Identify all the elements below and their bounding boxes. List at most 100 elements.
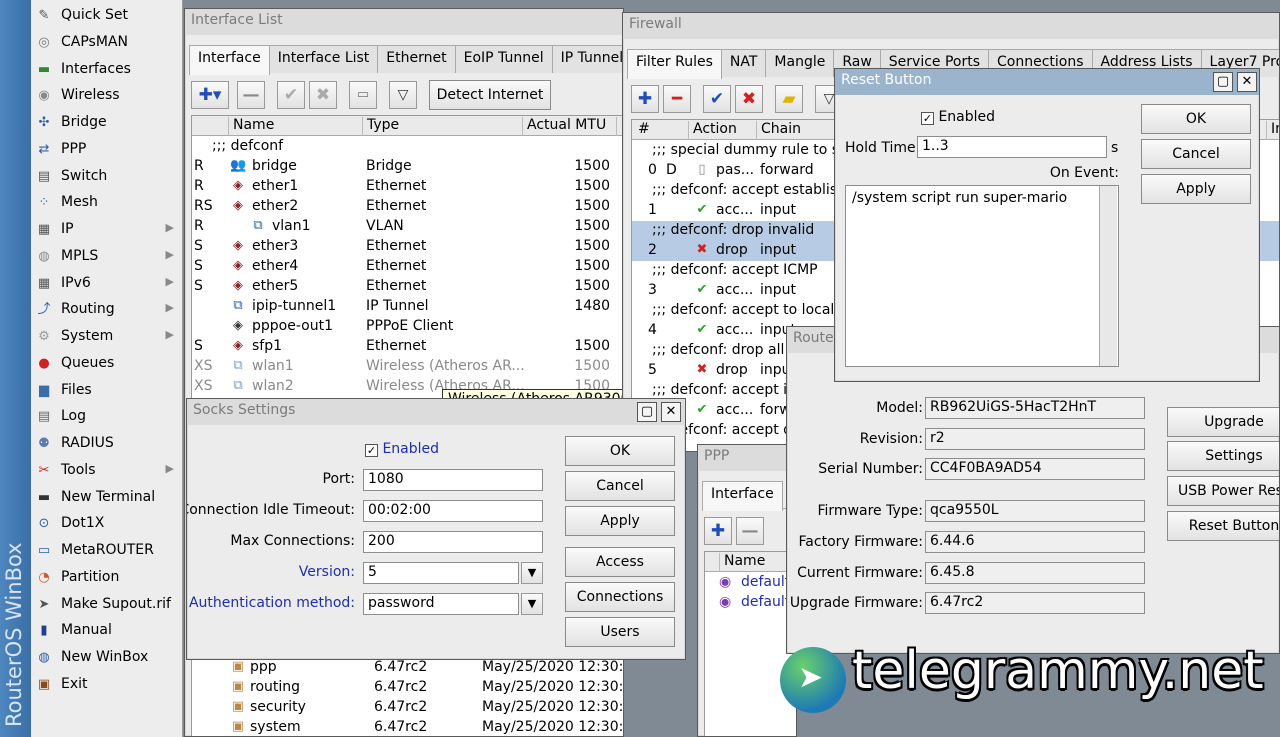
- filter-icon[interactable]: ▽: [389, 81, 417, 109]
- table-row[interactable]: R ⧉ vlan1 VLAN 1500: [192, 217, 623, 237]
- sidebar-item-metarouter[interactable]: ▭ MetaROUTER: [31, 538, 182, 564]
- sidebar-item-new-winbox[interactable]: ◍ New WinBox: [31, 645, 182, 671]
- enabled-checkbox[interactable]: ✓ Enabled: [365, 441, 439, 457]
- ok-button[interactable]: OK: [565, 436, 675, 466]
- hold-time-field[interactable]: 1..3: [917, 136, 1107, 158]
- enabled-checkbox[interactable]: ✓ Enabled: [921, 109, 995, 125]
- table-row[interactable]: S ◈ ether5 Ethernet 1500: [192, 277, 623, 297]
- upgrade-button[interactable]: Upgrade: [1167, 407, 1279, 437]
- comment-icon[interactable]: ▰: [775, 85, 803, 113]
- col-in[interactable]: In: [1266, 121, 1279, 140]
- tab-ethernet[interactable]: Ethernet: [377, 45, 456, 73]
- add-icon[interactable]: ✚: [704, 517, 732, 545]
- maximize-icon[interactable]: ▢: [1213, 72, 1233, 92]
- col-type[interactable]: Type: [362, 117, 399, 136]
- sidebar-item-queues[interactable]: ● Queues: [31, 351, 182, 377]
- package-row[interactable]: ▣ system 6.47rc2 May/25/2020 12:30:29: [192, 718, 623, 736]
- access-button[interactable]: Access: [565, 547, 675, 577]
- table-row[interactable]: ◉ default: [705, 573, 796, 593]
- textarea-scrollbar[interactable]: [1099, 186, 1117, 366]
- sidebar-item-manual[interactable]: ▮ Manual: [31, 618, 182, 644]
- remove-icon[interactable]: ━: [663, 85, 691, 113]
- sidebar-item-system[interactable]: ⚙ System ▶: [31, 324, 182, 350]
- col-num[interactable]: #: [634, 121, 650, 140]
- table-row[interactable]: XS ⧉ wlan1 Wireless (Atheros AR... 1500: [192, 357, 623, 377]
- enable-icon[interactable]: ✔: [277, 81, 305, 109]
- tab-eoip-tunnel[interactable]: EoIP Tunnel: [454, 45, 553, 73]
- reset-button-button[interactable]: Reset Button: [1167, 511, 1279, 541]
- sidebar-item-ppp[interactable]: ⇄ PPP: [31, 137, 182, 163]
- auth-method-select[interactable]: password: [363, 593, 519, 615]
- close-icon[interactable]: ✕: [661, 402, 681, 422]
- comment-icon[interactable]: ▭: [349, 81, 377, 109]
- sidebar-item-wireless[interactable]: ◉ Wireless: [31, 83, 182, 109]
- window-title[interactable]: Interface List: [185, 9, 623, 35]
- maximize-icon[interactable]: ▢: [637, 402, 657, 422]
- table-row[interactable]: ◈ pppoe-out1 PPPoE Client: [192, 317, 623, 337]
- sidebar-item-radius[interactable]: ⚉ RADIUS: [31, 431, 182, 457]
- table-row[interactable]: R ◈ ether1 Ethernet 1500: [192, 177, 623, 197]
- add-icon[interactable]: ✚▾: [191, 81, 229, 109]
- detect-internet-button[interactable]: Detect Internet: [429, 80, 551, 110]
- sidebar-item-new-terminal[interactable]: ▬ New Terminal: [31, 485, 182, 511]
- checkbox-icon[interactable]: ✓: [365, 444, 378, 457]
- sidebar-item-log[interactable]: ▤ Log: [31, 404, 182, 430]
- add-icon[interactable]: ✚: [631, 85, 659, 113]
- tab-interface[interactable]: Interface: [702, 481, 783, 511]
- disable-icon[interactable]: ✖: [309, 81, 337, 109]
- tab-filter-rules[interactable]: Filter Rules: [627, 49, 722, 79]
- tab-interface-list[interactable]: Interface List: [268, 45, 379, 73]
- sidebar-item-make-supout-rif[interactable]: ➤ Make Supout.rif: [31, 592, 182, 618]
- enable-icon[interactable]: ✔: [703, 85, 731, 113]
- usb-power-reset-button[interactable]: USB Power Reset: [1167, 476, 1279, 506]
- sidebar-item-capsman[interactable]: ◎ CAPsMAN: [31, 30, 182, 56]
- sidebar-item-exit[interactable]: ▣ Exit: [31, 672, 182, 698]
- sidebar-item-switch[interactable]: ▤ Switch: [31, 164, 182, 190]
- sidebar-item-tools[interactable]: ✂ Tools ▶: [31, 458, 182, 484]
- window-title[interactable]: PPP: [698, 445, 796, 471]
- idle-timeout-field[interactable]: 00:02:00: [363, 500, 543, 522]
- settings-button[interactable]: Settings: [1167, 441, 1279, 471]
- package-row[interactable]: ▣ security 6.47rc2 May/25/2020 12:30:29: [192, 698, 623, 718]
- col-name[interactable]: Name: [719, 553, 765, 572]
- sidebar-item-interfaces[interactable]: ▬ Interfaces: [31, 57, 182, 83]
- table-row[interactable]: S ◈ sfp1 Ethernet 1500: [192, 337, 623, 357]
- col-action[interactable]: Action: [688, 121, 737, 140]
- package-row[interactable]: ▣ routing 6.47rc2 May/25/2020 12:30:29: [192, 678, 623, 698]
- sidebar-item-partition[interactable]: ◔ Partition: [31, 565, 182, 591]
- port-field[interactable]: 1080: [363, 469, 543, 491]
- package-row[interactable]: ▣ ppp 6.47rc2 May/25/2020 12:30:29: [192, 658, 623, 678]
- sidebar-item-bridge[interactable]: ✣ Bridge: [31, 110, 182, 136]
- dropdown-icon[interactable]: ▼: [521, 593, 543, 615]
- window-title[interactable]: Reset Button: [835, 69, 1259, 95]
- max-connections-field[interactable]: 200: [363, 531, 543, 553]
- tab-nat[interactable]: NAT: [720, 49, 767, 77]
- connections-button[interactable]: Connections: [565, 582, 675, 612]
- col-mtu[interactable]: Actual MTU: [522, 117, 606, 136]
- on-event-textarea[interactable]: /system script run super-mario: [845, 185, 1119, 367]
- tab-ip-tunnel[interactable]: IP Tunnel: [551, 45, 623, 73]
- checkbox-icon[interactable]: ✓: [921, 112, 934, 125]
- remove-icon[interactable]: —: [237, 81, 265, 109]
- sidebar-item-ipv6[interactable]: ▦ IPv6 ▶: [31, 271, 182, 297]
- sidebar-item-dot1x[interactable]: ⊙ Dot1X: [31, 511, 182, 537]
- tab-mangle[interactable]: Mangle: [765, 49, 835, 77]
- cancel-button[interactable]: Cancel: [1141, 139, 1251, 169]
- col-chain[interactable]: Chain: [756, 121, 801, 140]
- table-row[interactable]: S ◈ ether4 Ethernet 1500: [192, 257, 623, 277]
- window-title[interactable]: Socks Settings: [187, 399, 685, 425]
- remove-icon[interactable]: —: [736, 517, 764, 545]
- sidebar-item-mesh[interactable]: ⁘ Mesh: [31, 190, 182, 216]
- table-row[interactable]: ⧉ ipip-tunnel1 IP Tunnel 1480: [192, 297, 623, 317]
- table-row[interactable]: RS ◈ ether2 Ethernet 1500: [192, 197, 623, 217]
- tab-interface[interactable]: Interface: [189, 45, 270, 75]
- apply-button[interactable]: Apply: [1141, 174, 1251, 204]
- table-row[interactable]: R 👥 bridge Bridge 1500: [192, 157, 623, 177]
- disable-icon[interactable]: ✖: [735, 85, 763, 113]
- dropdown-icon[interactable]: ▼: [521, 562, 543, 584]
- users-button[interactable]: Users: [565, 617, 675, 647]
- sidebar-item-ip[interactable]: ▦ IP ▶: [31, 217, 182, 243]
- cancel-button[interactable]: Cancel: [565, 471, 675, 501]
- col-name[interactable]: Name: [228, 117, 274, 136]
- sidebar-item-files[interactable]: ▆ Files: [31, 378, 182, 404]
